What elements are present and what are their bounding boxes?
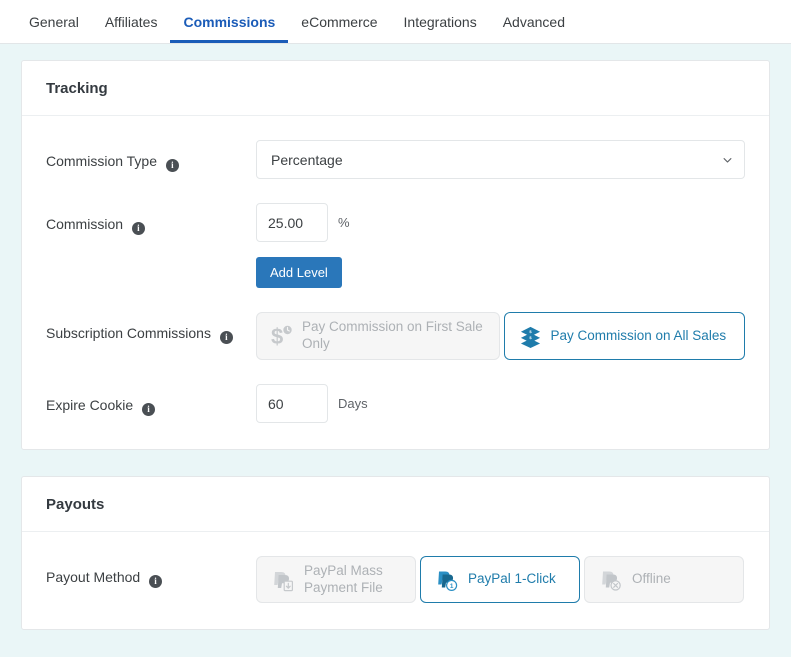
tracking-card: Tracking Commission Type i Percentage xyxy=(21,60,770,450)
commission-type-row: Commission Type i Percentage xyxy=(46,140,745,179)
commission-input-group: % xyxy=(256,203,745,242)
tracking-card-title: Tracking xyxy=(22,61,769,116)
commission-type-value: Percentage xyxy=(271,152,343,168)
stacked-coins-icon: $ $ xyxy=(519,325,542,348)
payout-method-label: Payout Method i xyxy=(46,556,256,588)
commission-type-select[interactable]: Percentage xyxy=(256,140,745,179)
tab-advanced[interactable]: Advanced xyxy=(490,0,578,43)
tab-integrations[interactable]: Integrations xyxy=(391,0,490,43)
option-label: Offline xyxy=(632,571,671,588)
option-label: PayPal 1-Click xyxy=(468,571,556,588)
subscription-commissions-field: $ Pay Commission on First Sale Only xyxy=(256,312,745,360)
tracking-card-body: Commission Type i Percentage Commission xyxy=(22,116,769,449)
settings-page: Tracking Commission Type i Percentage xyxy=(0,44,791,630)
paypal-one-click-icon: 1 xyxy=(435,568,459,592)
tab-ecommerce[interactable]: eCommerce xyxy=(288,0,390,43)
option-offline[interactable]: Offline xyxy=(584,556,744,603)
info-icon[interactable]: i xyxy=(166,159,179,172)
expire-cookie-input-group: Days xyxy=(256,384,745,423)
info-icon[interactable]: i xyxy=(220,331,233,344)
option-label: Pay Commission on All Sales xyxy=(551,328,727,345)
expire-cookie-input[interactable] xyxy=(256,384,328,423)
payout-method-options: PayPal Mass Payment File 1 xyxy=(256,556,745,603)
tab-label: eCommerce xyxy=(301,14,377,30)
subscription-commissions-label: Subscription Commissions i xyxy=(46,312,256,344)
tab-label: General xyxy=(29,14,79,30)
commission-type-field: Percentage xyxy=(256,140,745,179)
info-icon[interactable]: i xyxy=(149,575,162,588)
paypal-file-icon xyxy=(271,568,295,592)
expire-cookie-label: Expire Cookie i xyxy=(46,384,256,416)
option-label: PayPal Mass Payment File xyxy=(304,563,401,597)
payout-method-field: PayPal Mass Payment File 1 xyxy=(256,556,745,603)
tab-general[interactable]: General xyxy=(16,0,92,43)
info-icon[interactable]: i xyxy=(142,403,155,416)
tab-affiliates[interactable]: Affiliates xyxy=(92,0,171,43)
svg-text:1: 1 xyxy=(450,583,454,590)
commission-label-text: Commission xyxy=(46,216,123,232)
payouts-card-body: Payout Method i xyxy=(22,532,769,629)
info-icon[interactable]: i xyxy=(132,222,145,235)
subscription-commissions-row: Subscription Commissions i $ xyxy=(46,312,745,360)
add-level-button[interactable]: Add Level xyxy=(256,257,342,288)
svg-text:$: $ xyxy=(271,324,283,348)
payouts-card-title: Payouts xyxy=(22,477,769,532)
commission-type-label-text: Commission Type xyxy=(46,153,157,169)
tab-label: Advanced xyxy=(503,14,565,30)
chevron-down-icon xyxy=(723,156,732,165)
option-pay-commission-first-sale-only[interactable]: $ Pay Commission on First Sale Only xyxy=(256,312,500,360)
expire-cookie-suffix: Days xyxy=(338,396,368,411)
subscription-commissions-options: $ Pay Commission on First Sale Only xyxy=(256,312,745,360)
dollar-clock-icon: $ xyxy=(271,324,293,348)
expire-cookie-field: Days xyxy=(256,384,745,423)
option-pay-commission-all-sales[interactable]: $ $ Pay Commission on All Sales xyxy=(504,312,746,360)
payouts-card: Payouts Payout Method i xyxy=(21,476,770,630)
expire-cookie-row: Expire Cookie i Days xyxy=(46,384,745,423)
payout-method-label-text: Payout Method xyxy=(46,569,140,585)
commission-input[interactable] xyxy=(256,203,328,242)
payout-method-row: Payout Method i xyxy=(46,556,745,603)
commission-field: % Add Level xyxy=(256,203,745,288)
subscription-commissions-label-text: Subscription Commissions xyxy=(46,325,211,341)
commission-type-label: Commission Type i xyxy=(46,140,256,172)
paypal-offline-icon xyxy=(599,568,623,592)
option-paypal-mass-payment-file[interactable]: PayPal Mass Payment File xyxy=(256,556,416,603)
tab-label: Integrations xyxy=(404,14,477,30)
commission-suffix: % xyxy=(338,215,350,230)
option-label: Pay Commission on First Sale Only xyxy=(302,319,485,353)
tab-commissions[interactable]: Commissions xyxy=(170,0,288,43)
option-paypal-1-click[interactable]: 1 PayPal 1-Click xyxy=(420,556,580,603)
commission-label: Commission i xyxy=(46,203,256,235)
commission-row: Commission i % Add Level xyxy=(46,203,745,288)
expire-cookie-label-text: Expire Cookie xyxy=(46,397,133,413)
tab-label: Affiliates xyxy=(105,14,158,30)
tab-label: Commissions xyxy=(183,14,275,30)
settings-tab-bar: General Affiliates Commissions eCommerce… xyxy=(0,0,791,44)
